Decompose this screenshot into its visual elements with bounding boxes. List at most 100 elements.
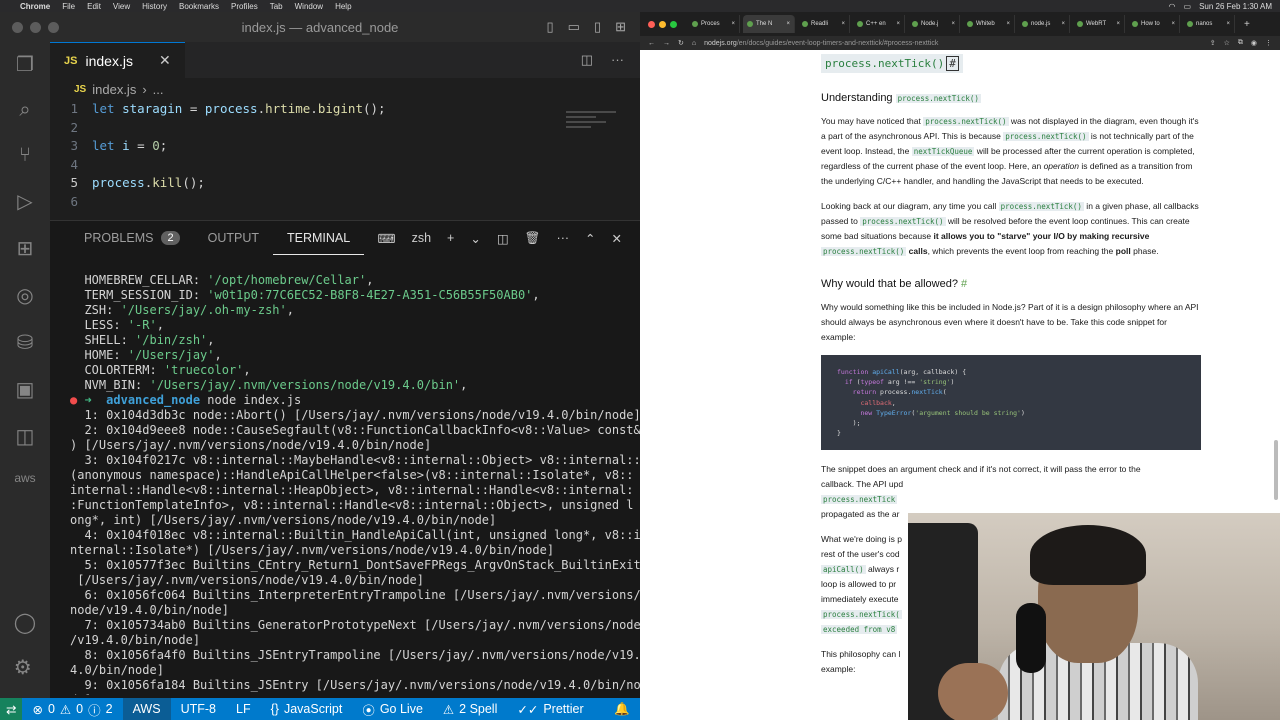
close-tab-icon[interactable]: × <box>1006 21 1010 27</box>
split-terminal-icon[interactable]: ◫ <box>497 231 509 246</box>
menubar-item-history[interactable]: History <box>142 2 167 11</box>
section-anchor-link[interactable]: # <box>961 278 967 290</box>
breadcrumb-symbol[interactable]: ... <box>153 82 164 97</box>
page-scrollbar[interactable] <box>1274 440 1278 500</box>
aws-status[interactable]: AWS <box>122 698 171 720</box>
new-tab-icon[interactable]: + <box>1244 19 1250 30</box>
zoom-window-button[interactable] <box>48 21 59 33</box>
kill-terminal-icon[interactable]: 🗑 <box>525 231 541 246</box>
docker-icon[interactable]: ▣ <box>16 377 35 402</box>
toggle-secondary-sidebar-icon[interactable]: ▯ <box>594 19 601 35</box>
close-tab-icon[interactable]: × <box>731 21 735 27</box>
profile-avatar-icon[interactable]: ◉ <box>1251 39 1257 47</box>
eol-status[interactable]: LF <box>226 698 261 720</box>
s3-icon[interactable]: ◫ <box>16 424 35 449</box>
new-terminal-icon[interactable]: + <box>447 231 454 245</box>
close-tab-icon[interactable]: × <box>1116 21 1120 27</box>
prettier-status[interactable]: ✓✓ Prettier <box>507 698 593 720</box>
run-debug-icon[interactable]: ▷ <box>17 189 32 214</box>
close-tab-icon[interactable]: × <box>841 21 845 27</box>
menubar-clock[interactable]: Sun 26 Feb 1:30 AM <box>1199 2 1272 11</box>
extensions-puzzle-icon[interactable]: ⧉ <box>1238 39 1243 47</box>
code-editor[interactable]: 1 let staragin = process.hrtime.bigint();… <box>50 100 640 212</box>
menubar-item-bookmarks[interactable]: Bookmarks <box>179 2 219 11</box>
more-actions-icon[interactable]: ··· <box>611 52 624 68</box>
encoding-status[interactable]: UTF-8 <box>171 698 226 720</box>
account-icon[interactable]: ◯ <box>14 610 36 635</box>
notifications-bell-icon[interactable]: 🔔 <box>604 698 640 720</box>
address-bar[interactable]: nodejs.org/en/docs/guides/event-loop-tim… <box>704 40 1202 47</box>
reload-icon[interactable]: ↻ <box>678 39 684 47</box>
browser-tab[interactable]: node.js × <box>1018 15 1070 33</box>
problems-status[interactable]: ⊗ 0 ⚠ 0 ⓘ 2 <box>22 698 122 720</box>
share-icon[interactable]: ⇪ <box>1210 39 1216 47</box>
code-line[interactable]: 5 process.kill(); <box>50 174 640 193</box>
menubar-app-name[interactable]: Chrome <box>20 2 50 11</box>
browser-tab[interactable]: Node.j × <box>908 15 960 33</box>
browser-tab[interactable]: How to × <box>1128 15 1180 33</box>
code-line[interactable]: 3 let i = 0; <box>50 137 640 156</box>
browser-minimize-button[interactable] <box>659 20 666 28</box>
browser-zoom-button[interactable] <box>670 20 677 28</box>
terminal-shell-name[interactable]: zsh <box>412 231 431 245</box>
wifi-icon[interactable]: ◠ <box>1169 2 1176 11</box>
menubar-item-profiles[interactable]: Profiles <box>231 2 258 11</box>
close-tab-icon[interactable]: × <box>951 21 955 27</box>
close-window-button[interactable] <box>12 21 23 33</box>
browser-tab[interactable]: The N × <box>743 15 795 33</box>
search-icon[interactable]: ⌕ <box>19 99 30 122</box>
close-tab-icon[interactable]: × <box>1061 21 1065 27</box>
editor-tab-index-js[interactable]: JS index.js ✕ <box>50 42 185 78</box>
breadcrumb-file[interactable]: index.js <box>92 82 136 97</box>
maximize-panel-icon[interactable]: ⌃ <box>585 231 595 246</box>
browser-close-button[interactable] <box>648 20 655 28</box>
code-line[interactable]: 1 let staragin = process.hrtime.bigint(); <box>50 100 640 119</box>
code-line[interactable]: 2 <box>50 119 640 138</box>
minimize-window-button[interactable] <box>30 21 41 33</box>
browser-tab[interactable]: Readli × <box>798 15 850 33</box>
browser-tab[interactable]: C++ en × <box>853 15 905 33</box>
menubar-item-window[interactable]: Window <box>295 2 323 11</box>
tab-problems[interactable]: PROBLEMS 2 <box>70 221 194 255</box>
spell-status[interactable]: ⚠ 2 Spell <box>433 698 507 720</box>
menubar-item-tab[interactable]: Tab <box>270 2 283 11</box>
toggle-sidebar-icon[interactable]: ▯ <box>546 19 553 35</box>
tab-output[interactable]: OUTPUT <box>194 221 273 255</box>
heading-anchor-link[interactable]: # <box>946 56 959 71</box>
menubar-item-help[interactable]: Help <box>335 2 351 11</box>
remote-explorer-icon[interactable]: ◎ <box>16 283 33 308</box>
home-icon[interactable]: ⌂ <box>692 40 696 47</box>
extensions-icon[interactable]: ⊞ <box>17 236 34 261</box>
minimap[interactable] <box>566 108 626 148</box>
source-control-icon[interactable]: ⑂ <box>19 144 31 167</box>
chevron-down-icon[interactable]: ⌄ <box>470 231 480 246</box>
explorer-icon[interactable]: ❐ <box>16 52 34 77</box>
close-tab-icon[interactable]: × <box>896 21 900 27</box>
close-tab-icon[interactable]: × <box>1171 21 1175 27</box>
close-tab-icon[interactable]: ✕ <box>159 52 171 69</box>
code-line[interactable]: 4 <box>50 156 640 175</box>
toggle-panel-icon[interactable]: ▭ <box>568 19 580 35</box>
close-panel-icon[interactable]: ✕ <box>612 231 622 246</box>
tab-terminal[interactable]: TERMINAL <box>272 221 365 255</box>
back-icon[interactable]: ← <box>648 40 655 47</box>
remote-indicator[interactable]: ⇄ <box>0 698 23 720</box>
menubar-item-view[interactable]: View <box>113 2 130 11</box>
forward-icon[interactable]: → <box>663 40 670 47</box>
browser-tab[interactable]: Proces × <box>688 15 740 33</box>
battery-icon[interactable]: ▭ <box>1184 2 1192 11</box>
database-icon[interactable]: ⛁ <box>17 330 34 355</box>
code-line[interactable]: 6 <box>50 193 640 212</box>
settings-gear-icon[interactable]: ⚙ <box>14 655 36 680</box>
bookmark-star-icon[interactable]: ☆ <box>1224 39 1230 47</box>
go-live-status[interactable]: ⦿ Go Live <box>352 698 433 720</box>
aws-icon[interactable]: aws <box>14 471 35 485</box>
close-tab-icon[interactable]: × <box>786 21 790 27</box>
terminal-output[interactable]: HOMEBREW_CELLAR: '/opt/homebrew/Cellar',… <box>50 255 640 695</box>
browser-menu-icon[interactable]: ⋮ <box>1265 39 1272 47</box>
customize-layout-icon[interactable]: ⊞ <box>615 19 626 35</box>
menubar-item-edit[interactable]: Edit <box>87 2 101 11</box>
split-editor-icon[interactable]: ◫ <box>581 52 593 68</box>
close-tab-icon[interactable]: × <box>1226 21 1230 27</box>
language-status[interactable]: {} JavaScript <box>261 698 353 720</box>
